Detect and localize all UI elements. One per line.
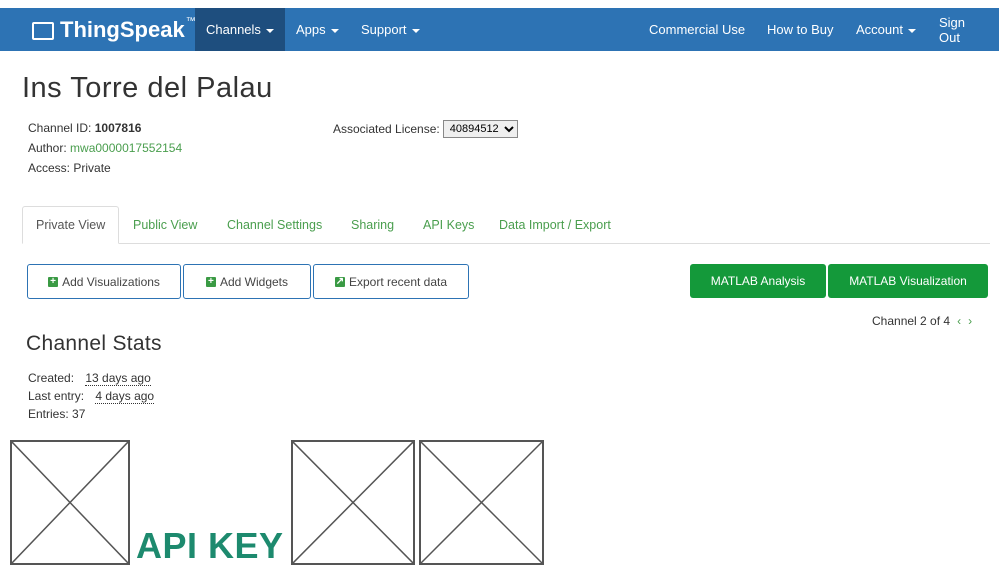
channel-id-value: 1007816: [94, 121, 142, 135]
tab-data-import-export[interactable]: Data Import / Export: [486, 206, 624, 243]
tab-channel-settings[interactable]: Channel Settings: [214, 206, 335, 243]
last-entry-label: Last entry:: [28, 389, 85, 403]
nav-sign-out[interactable]: Sign Out: [928, 8, 999, 51]
author-label: Author:: [28, 141, 67, 155]
chat-bubble-icon: [32, 21, 54, 40]
broken-image-icon: [10, 440, 130, 565]
nav-channels-label: Channels: [206, 22, 261, 37]
stat-entries: Entries: 37: [28, 407, 85, 421]
created-value: 13 days ago: [85, 371, 151, 386]
tab-private-view[interactable]: Private View: [22, 206, 120, 244]
license-label: Associated License:: [333, 122, 440, 136]
nav-commercial-use[interactable]: Commercial Use: [638, 8, 756, 51]
export-recent-data-label: Export recent data: [348, 274, 448, 289]
add-widgets-label: Add Widgets: [219, 274, 289, 289]
plus-square-icon: +: [205, 276, 216, 287]
broken-image-icon: [291, 440, 415, 565]
associated-license: Associated License: 40894512: [333, 120, 518, 138]
stat-created: Created: 13 days ago: [28, 371, 151, 386]
author-link[interactable]: mwa0000017552154: [70, 141, 182, 155]
matlab-visualization-button[interactable]: MATLAB Visualization: [828, 264, 988, 298]
created-label: Created:: [28, 371, 75, 385]
brand-name: ThingSpeak: [60, 16, 185, 42]
caret-down-icon: [411, 28, 420, 33]
tab-api-keys[interactable]: API Keys: [410, 206, 487, 243]
tab-public-view[interactable]: Public View: [120, 206, 210, 243]
add-visualizations-button[interactable]: + Add Visualizations: [27, 264, 181, 299]
plus-square-icon: +: [48, 276, 59, 287]
entries-value: 37: [72, 407, 86, 421]
nav-apps-label: Apps: [296, 22, 326, 37]
nav-support-label: Support: [361, 22, 407, 37]
broken-image-icon: [419, 440, 544, 565]
caret-down-icon: [265, 28, 274, 33]
top-navbar: ThingSpeak ™ Channels Apps Support Comme…: [0, 8, 999, 51]
nav-how-to-buy[interactable]: How to Buy: [756, 8, 844, 51]
license-select[interactable]: 40894512: [442, 120, 518, 138]
nav-channels[interactable]: Channels: [195, 8, 285, 51]
entries-label: Entries:: [28, 407, 69, 421]
channel-id: Channel ID: 1007816: [28, 121, 141, 135]
pager-text: Channel 2 of 4: [872, 314, 951, 328]
access-label: Access:: [28, 161, 71, 175]
caret-down-icon: [330, 28, 339, 33]
nav-how-to-buy-label: How to Buy: [767, 22, 834, 37]
tab-sharing[interactable]: Sharing: [338, 206, 407, 243]
export-icon: ↗: [334, 275, 345, 287]
nav-apps[interactable]: Apps: [285, 8, 350, 51]
channel-author: Author: mwa0000017552154: [28, 141, 182, 155]
chevron-right-icon[interactable]: ›: [968, 314, 972, 328]
channel-title: Ins Torre del Palau: [22, 72, 273, 104]
chevron-left-icon[interactable]: ‹: [957, 314, 961, 328]
channel-access: Access: Private: [28, 161, 111, 175]
nav-sign-out-label: Sign Out: [939, 14, 966, 45]
export-recent-data-button[interactable]: ↗ Export recent data: [313, 264, 469, 299]
nav-account-label: Account: [856, 22, 903, 37]
channel-id-label: Channel ID:: [28, 121, 92, 135]
last-entry-value: 4 days ago: [95, 389, 155, 404]
api-key-text: API KEY: [136, 525, 284, 566]
stat-last-entry: Last entry: 4 days ago: [28, 389, 155, 404]
matlab-analysis-button[interactable]: MATLAB Analysis: [690, 264, 826, 298]
nav-account[interactable]: Account: [845, 8, 927, 51]
channel-tabs: Private View Public View Channel Setting…: [22, 206, 990, 244]
channel-stats-title: Channel Stats: [26, 332, 162, 355]
add-widgets-button[interactable]: + Add Widgets: [183, 264, 311, 299]
brand-logo[interactable]: ThingSpeak ™: [32, 8, 196, 51]
add-visualizations-label: Add Visualizations: [62, 274, 160, 289]
access-value: Private: [73, 161, 111, 175]
channel-pager: Channel 2 of 4 ‹ ›: [872, 314, 972, 328]
caret-down-icon: [907, 28, 916, 33]
nav-commercial-use-label: Commercial Use: [649, 22, 746, 37]
nav-support[interactable]: Support: [350, 8, 431, 51]
